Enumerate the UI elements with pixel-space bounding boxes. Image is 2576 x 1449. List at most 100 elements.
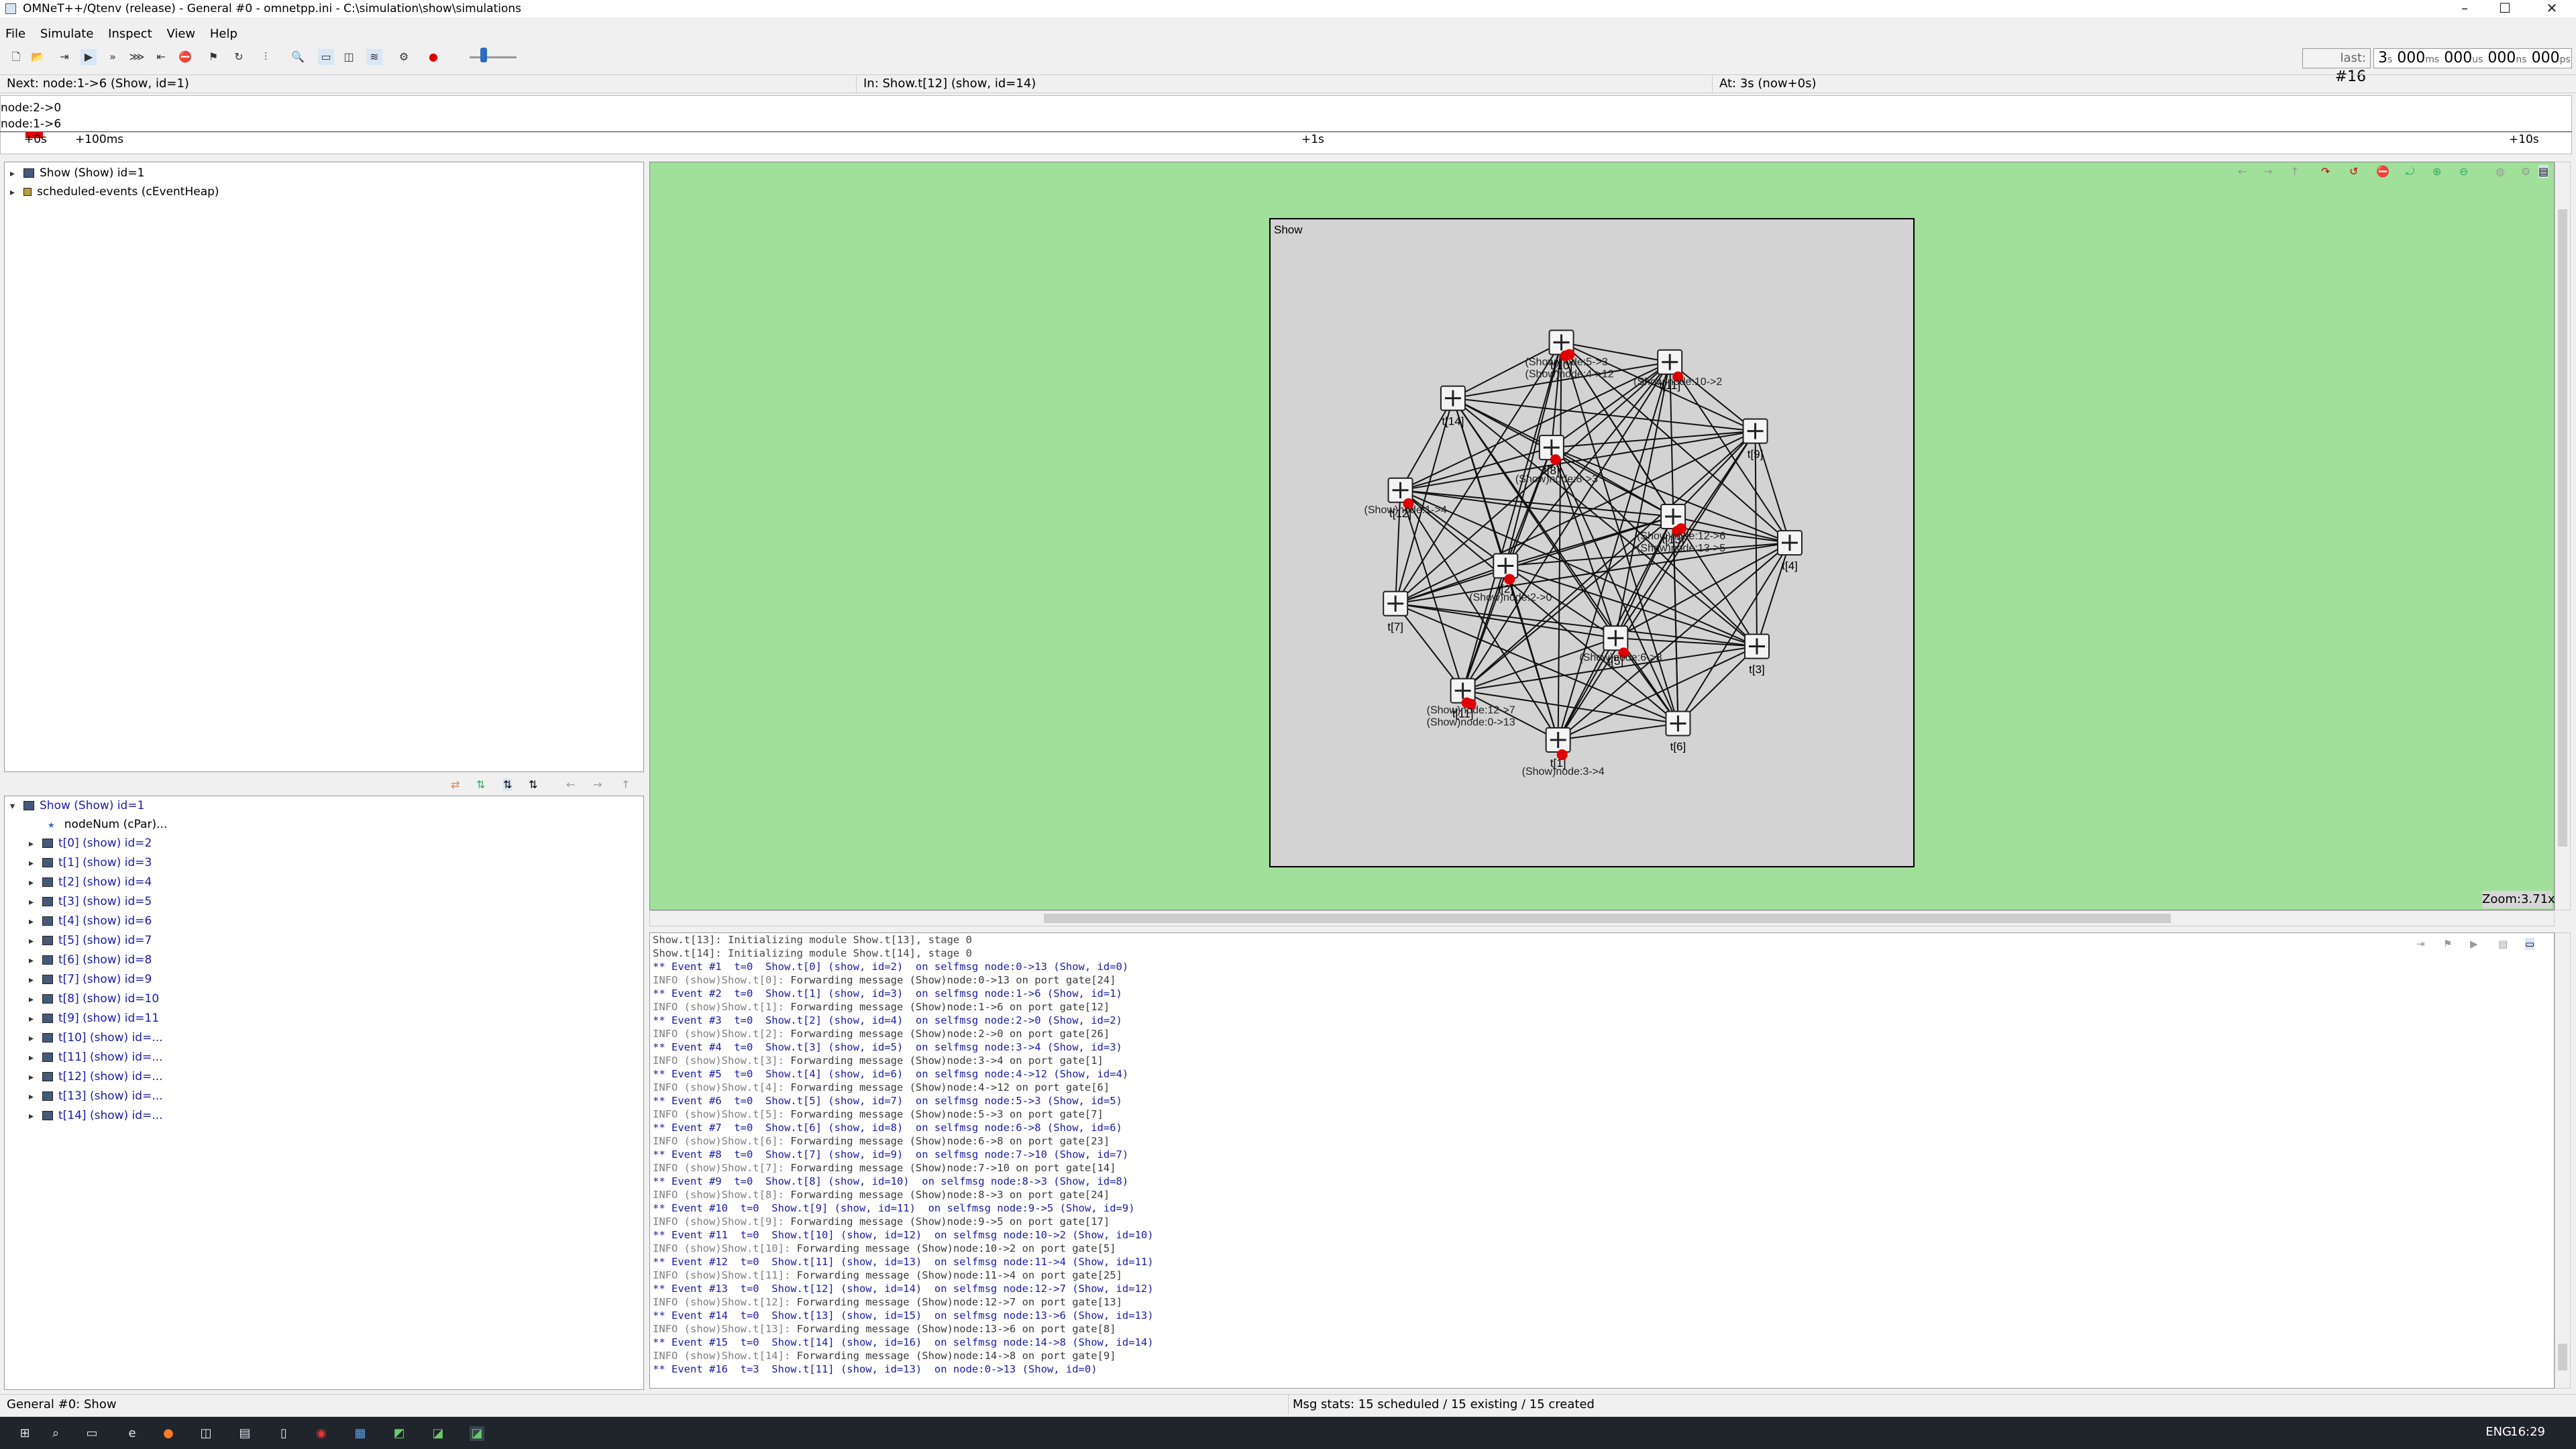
options-icon[interactable]: ⚙ [2521, 165, 2530, 178]
ide-icon[interactable]: ◩ [392, 1426, 407, 1441]
log-panel[interactable]: Show.t[13]: Initializing module Show.t[1… [649, 932, 2555, 1389]
timeline-message[interactable]: node:1->6 [1, 117, 61, 131]
tree-item-submodule[interactable]: ▸ t[12] (show) id=... [29, 1067, 163, 1086]
expand-icon[interactable]: ▸ [29, 1107, 42, 1126]
tree-item-submodule[interactable]: ▸ t[1] (show) id=3 [29, 853, 152, 872]
search-icon[interactable]: ⌕ [48, 1426, 63, 1441]
message-dot[interactable] [1556, 749, 1568, 761]
open-icon[interactable]: 📂 [30, 49, 46, 65]
tree-item-submodule[interactable]: ▸ t[6] (show) id=8 [29, 951, 152, 969]
tree-item-submodule[interactable]: ▸ t[4] (show) id=6 [29, 912, 152, 930]
object-inspector-panel[interactable]: ▾ Show (Show) id=1 ★ nodeNum (cPar)... ▸ t[… [4, 796, 644, 1390]
step-icon[interactable]: ⇥ [2416, 938, 2425, 950]
message-dot[interactable] [1504, 574, 1515, 585]
firefox-icon[interactable]: ● [161, 1426, 176, 1441]
layout-3-icon[interactable]: ≋ [366, 49, 382, 65]
stop-icon[interactable]: ⛔ [177, 49, 193, 65]
rebuild-icon[interactable]: ⚑ [205, 49, 221, 65]
expand-icon[interactable]: ▸ [29, 932, 42, 951]
forward-icon[interactable]: → [2263, 165, 2272, 178]
expand-icon[interactable]: ▸ [29, 854, 42, 873]
layout-1-icon[interactable]: ▭ [318, 49, 334, 65]
menu-help[interactable]: Help [205, 24, 243, 44]
layer-icon[interactable]: ◍ [2496, 165, 2505, 178]
tree-item-submodule[interactable]: ▸ t[7] (show) id=9 [29, 970, 152, 989]
filter-icon[interactable]: ⫶ [258, 49, 274, 65]
back-icon[interactable]: ← [2238, 165, 2247, 178]
redraw-icon[interactable]: ↷ [2321, 165, 2330, 178]
save-icon[interactable]: ▤ [2498, 938, 2508, 950]
tree-item-submodule[interactable]: ▸ t[14] (show) id=... [29, 1106, 163, 1125]
tree-item-scheduled-events[interactable]: ▸ scheduled-events (cEventHeap) [10, 182, 219, 201]
expand-icon[interactable]: ▸ [29, 1049, 42, 1067]
terminal-icon[interactable]: ▤ [237, 1426, 252, 1441]
mode-icon[interactable]: ▭ [2525, 938, 2535, 950]
expand-icon[interactable]: ▸ [29, 912, 42, 931]
layout-2-icon[interactable]: ◫ [341, 49, 357, 65]
timeline-message[interactable]: node:2->0 [1, 101, 61, 115]
omnetpp-ide-icon[interactable]: ◪ [431, 1426, 445, 1441]
forward-icon[interactable]: → [593, 778, 602, 791]
expand-icon[interactable]: ▸ [29, 835, 42, 853]
tree-item-submodule[interactable]: ▸ t[3] (show) id=5 [29, 892, 152, 911]
log-vertical-scrollbar[interactable] [2555, 932, 2571, 1389]
speed-slider-track[interactable] [470, 56, 517, 58]
expand-icon[interactable]: ▸ [29, 893, 42, 912]
network-canvas[interactable]: Show t[10] t[11] t[14] t[9] t[8] t[12] t[13] t[… [649, 162, 2555, 910]
expand-icon[interactable]: ▸ [29, 873, 42, 892]
expand-icon[interactable]: ▸ [10, 164, 23, 183]
step-icon[interactable]: ⇥ [56, 49, 72, 65]
zoom-in-icon[interactable]: ⊕ [2432, 165, 2441, 178]
expand-icon[interactable]: ▸ [29, 1068, 42, 1087]
run-icon[interactable]: ▶ [80, 49, 97, 65]
speed-slider-handle[interactable] [480, 48, 487, 62]
expand-icon[interactable]: ▸ [29, 971, 42, 989]
menu-file[interactable]: File [0, 24, 31, 44]
fast-icon[interactable]: » [105, 49, 121, 65]
close-button[interactable]: ✕ [2525, 0, 2576, 17]
filter-icon[interactable]: ⚑ [2443, 938, 2452, 950]
notepad-icon[interactable]: ▯ [276, 1426, 291, 1441]
network-graph[interactable]: Show t[10]t[11]t[14]t[9]t[8]t[12]t[13]t[… [650, 162, 2555, 910]
find-icon[interactable]: 🔍 [290, 49, 306, 65]
express-icon[interactable]: ⋙ [129, 49, 145, 65]
record-icon[interactable]: ● [425, 49, 441, 65]
mode-icon[interactable]: ⇄ [451, 778, 460, 791]
relayout-icon[interactable]: ⤾ [2406, 165, 2414, 178]
tree-item-submodule[interactable]: ▸ t[9] (show) id=11 [29, 1009, 159, 1028]
tree-item-submodule[interactable]: ▸ t[10] (show) id=... [29, 1028, 163, 1047]
edge-icon[interactable]: e [125, 1426, 140, 1441]
tree-item-submodule[interactable]: ▸ t[5] (show) id=7 [29, 931, 152, 950]
start-icon[interactable]: ⊞ [17, 1426, 32, 1441]
tree-item-submodule[interactable]: ▸ t[2] (show) id=4 [29, 873, 152, 892]
message-dot[interactable] [1560, 350, 1571, 362]
zoom-out-icon[interactable]: ⊖ [2459, 165, 2468, 178]
up-icon[interactable]: ↑ [2290, 165, 2299, 178]
until-icon[interactable]: ⇤ [153, 49, 169, 65]
menu-simulate[interactable]: Simulate [35, 24, 99, 44]
new-icon[interactable]: 🗋 [8, 49, 24, 65]
tree-item-show-root[interactable]: ▾ Show (Show) id=1 [10, 796, 144, 815]
tree-mode-icon[interactable]: ⇅ [503, 778, 513, 791]
menu-inspect[interactable]: Inspect [103, 24, 158, 44]
canvas-vertical-scrollbar[interactable] [2555, 162, 2571, 910]
language-indicator[interactable]: ENG [2485, 1425, 2512, 1439]
expand-icon[interactable]: ▸ [29, 1029, 42, 1048]
expand-icon[interactable]: ▸ [29, 951, 42, 970]
message-dot[interactable] [1550, 454, 1561, 466]
expand-icon[interactable]: ▸ [29, 1087, 42, 1106]
mode-icon[interactable]: ▤ [2538, 165, 2549, 178]
expand-icon[interactable]: ▸ [29, 990, 42, 1009]
clock[interactable]: 16:29 [2510, 1425, 2545, 1439]
store-icon[interactable]: ◫ [199, 1426, 213, 1441]
app-icon[interactable]: ◉ [314, 1426, 329, 1441]
animate-icon[interactable]: ↺ [2349, 165, 2358, 178]
settings-icon[interactable]: ⚙ [396, 49, 412, 65]
expand-icon[interactable]: ▸ [29, 1010, 42, 1028]
expand-icon[interactable]: ▸ [10, 183, 23, 202]
maximize-button[interactable]: ☐ [2478, 0, 2532, 17]
flat-mode-icon[interactable]: ⇅ [529, 778, 537, 791]
tree-item-submodule[interactable]: ▸ t[11] (show) id=... [29, 1048, 163, 1067]
mail-icon[interactable]: ▦ [353, 1426, 368, 1441]
tree-item-show[interactable]: ▸ Show (Show) id=1 [10, 164, 144, 182]
